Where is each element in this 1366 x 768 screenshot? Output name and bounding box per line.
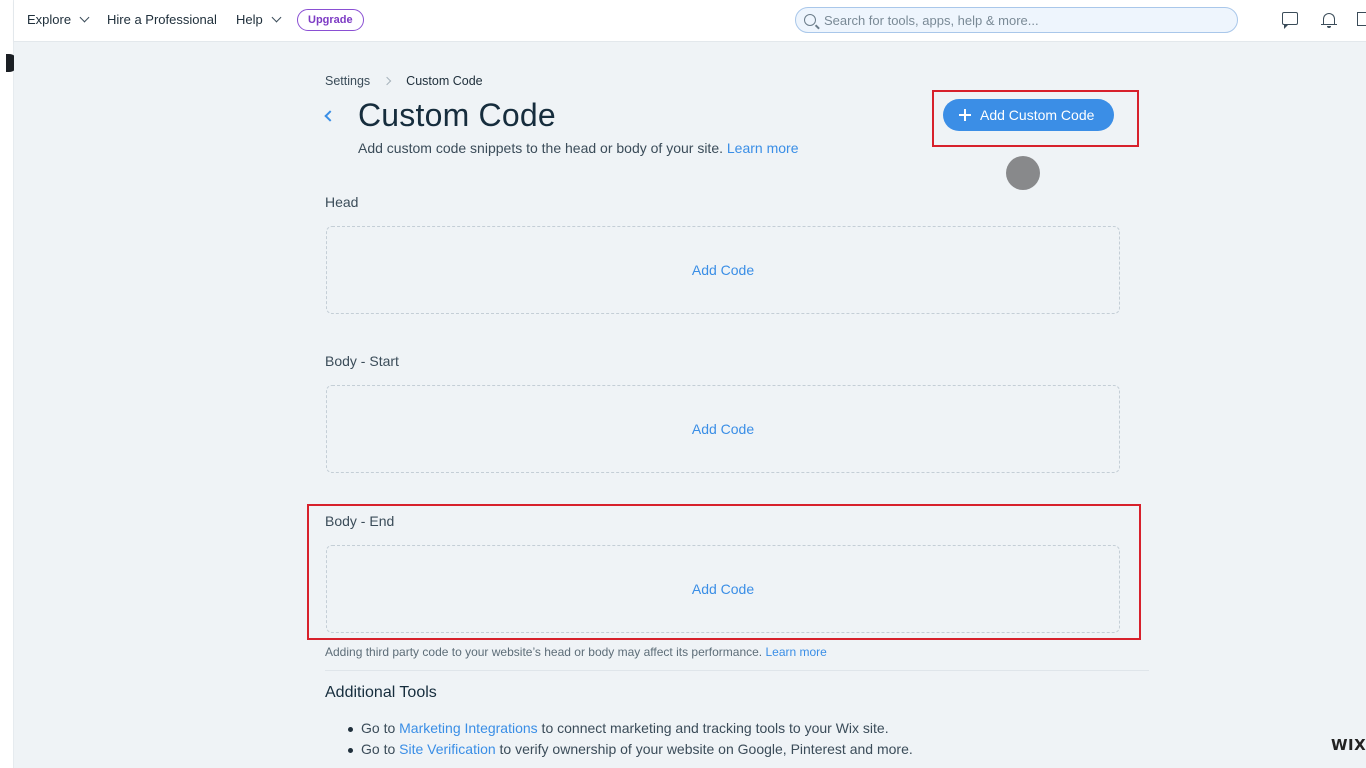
add-custom-code-label: Add Custom Code (980, 107, 1095, 123)
bell-icon[interactable] (1321, 12, 1337, 28)
divider (325, 670, 1149, 671)
section-label-body-start: Body - Start (325, 353, 399, 369)
upgrade-button[interactable]: Upgrade (297, 9, 364, 31)
chat-icon[interactable] (1282, 12, 1298, 29)
section-label-head: Head (325, 194, 359, 210)
learn-more-link[interactable]: Learn more (727, 140, 799, 156)
page-subtitle: Add custom code snippets to the head or … (358, 140, 798, 156)
nav-explore-label: Explore (27, 12, 72, 27)
head-add-code-link[interactable]: Add Code (692, 262, 754, 278)
marketing-integrations-link[interactable]: Marketing Integrations (399, 720, 538, 736)
site-verification-link[interactable]: Site Verification (399, 741, 496, 757)
search-icon (804, 14, 816, 26)
add-custom-code-button[interactable]: Add Custom Code (943, 99, 1115, 131)
additional-tools-list: Go to Marketing Integrations to connect … (347, 720, 913, 762)
tool-item-prefix: Go to (361, 741, 400, 757)
performance-note: Adding third party code to your website’… (325, 645, 827, 659)
section-label-body-end: Body - End (325, 513, 395, 529)
breadcrumb: Settings Custom Code (325, 74, 483, 88)
chevron-right-icon (382, 76, 392, 86)
performance-learn-more-link[interactable]: Learn more (765, 645, 826, 659)
search-input[interactable] (824, 12, 1224, 28)
top-bar: Explore Hire a Professional Help Upgrade (14, 0, 1366, 42)
breadcrumb-current: Custom Code (406, 74, 483, 88)
page-title: Custom Code (358, 97, 556, 133)
nav-help-label: Help (236, 12, 263, 27)
nav-help[interactable]: Help (236, 12, 282, 27)
bell-icon-body (1323, 13, 1335, 24)
body-start-add-code-area[interactable]: Add Code (326, 385, 1120, 473)
performance-note-text: Adding third party code to your website’… (325, 645, 763, 659)
tool-item-suffix: to connect marketing and tracking tools … (537, 720, 889, 736)
list-item: Go to Marketing Integrations to connect … (347, 720, 913, 741)
subtitle-text: Add custom code snippets to the head or … (358, 140, 723, 156)
chevron-down-icon (271, 12, 282, 23)
main-content: Settings Custom Code Custom Code Add cus… (14, 42, 1366, 768)
panel-icon[interactable] (1357, 12, 1366, 26)
additional-tools-title: Additional Tools (325, 684, 437, 701)
breadcrumb-settings[interactable]: Settings (325, 74, 370, 88)
search-bar[interactable] (795, 7, 1238, 33)
nav-hire-professional[interactable]: Hire a Professional (107, 12, 217, 27)
bell-icon-clapper (1327, 26, 1331, 28)
nav-explore[interactable]: Explore (27, 12, 90, 27)
head-add-code-area[interactable]: Add Code (326, 226, 1120, 314)
body-end-add-code-area[interactable]: Add Code (326, 545, 1120, 633)
wix-watermark: WIX (1331, 736, 1366, 754)
back-arrow-icon[interactable] (324, 110, 336, 122)
body-end-add-code-link[interactable]: Add Code (692, 581, 754, 597)
list-item: Go to Site Verification to verify owners… (347, 741, 913, 762)
cursor-indicator (1006, 156, 1040, 190)
left-edge-strip (0, 0, 18, 768)
plus-icon (959, 109, 971, 121)
tool-item-suffix: to verify ownership of your website on G… (495, 741, 913, 757)
body-start-add-code-link[interactable]: Add Code (692, 421, 754, 437)
chevron-down-icon (79, 12, 90, 23)
nav-hire-label: Hire a Professional (107, 12, 217, 27)
tool-item-prefix: Go to (361, 720, 400, 736)
